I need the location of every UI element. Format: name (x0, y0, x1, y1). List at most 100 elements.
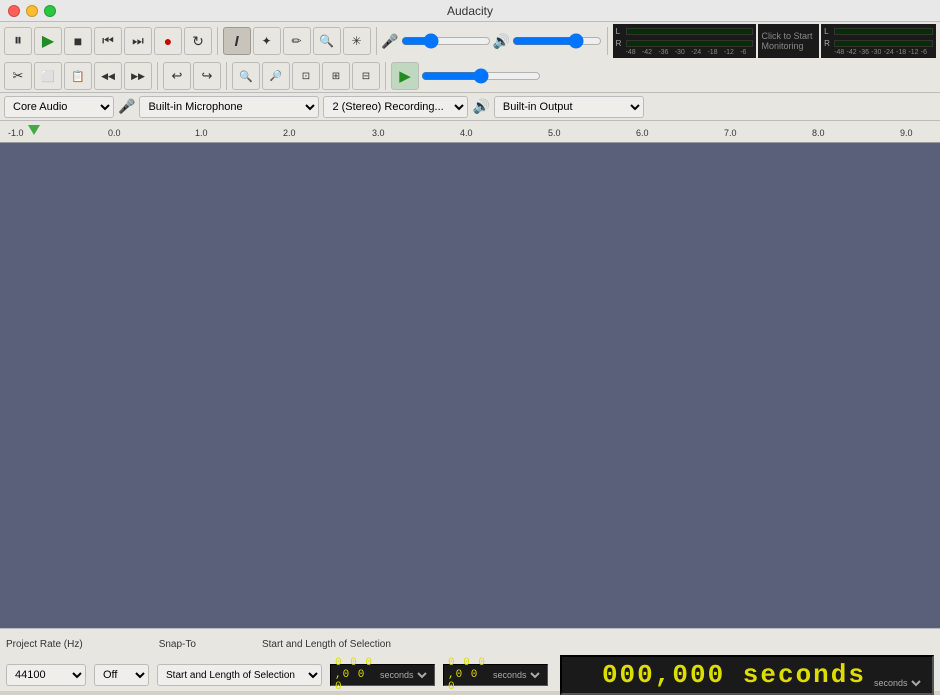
input-L-bar (626, 28, 753, 35)
input-R-label: R (616, 39, 624, 48)
selection-label: Start and Length of Selection (262, 639, 391, 650)
multi-tool-button[interactable]: ✦ (253, 27, 281, 55)
zoom-extra-button[interactable]: ⊟ (352, 62, 380, 90)
time-unit-select-1[interactable]: seconds (376, 669, 430, 681)
time-unit-select-2[interactable]: seconds (489, 669, 543, 681)
divider-edit-3 (385, 62, 386, 90)
output-meter[interactable]: L R -48 -42 -36 -30 -24 -18 -12 -6 (821, 24, 936, 58)
window-controls[interactable] (8, 5, 56, 17)
divider-1 (217, 27, 218, 55)
divider-2 (376, 27, 377, 55)
input-meter[interactable]: L R -48 -42 -36 -30 -24 -18 -12 -6 (613, 24, 756, 58)
bottom-section: Project Rate (Hz) Snap-To Start and Leng… (0, 628, 940, 691)
ruler-mark-1: 1.0 (195, 128, 208, 138)
ruler-mark-4: 4.0 (460, 128, 473, 138)
stop-button[interactable]: ■ (64, 27, 92, 55)
input-R-bar (626, 40, 753, 47)
redo-button[interactable]: ↪ (193, 62, 221, 90)
large-time-value: 000,000 seconds (602, 660, 866, 690)
title-bar: Audacity (0, 0, 940, 22)
mic-icon-device: 🎤 (118, 98, 135, 115)
minimize-button[interactable] (26, 5, 38, 17)
large-time-unit-select[interactable]: seconds (870, 677, 924, 689)
draw-tool-button[interactable]: ✏ (283, 27, 311, 55)
output-R-bar (834, 40, 933, 47)
playback-play-button[interactable]: ▶ (391, 62, 419, 90)
toolbar-row-2: ✂ ⬜ 📋 ◀◀ ▶▶ ↩ ↪ 🔍 🔎 ⊡ ⊞ ⊟ ▶ (0, 60, 940, 92)
play-button[interactable]: ▶ (34, 27, 62, 55)
select-tool-button[interactable]: I (223, 27, 251, 55)
toolbar-area: ⏸ ▶ ■ ⏮ ⏭ ● ↻ I ✦ ✏ 🔍 ✳ 🎤 🔊 L (0, 22, 940, 93)
multi2-tool-button[interactable]: ✳ (343, 27, 371, 55)
input-L-label: L (616, 27, 624, 36)
channels-select[interactable]: 2 (Stereo) Recording... (323, 96, 468, 118)
output-select[interactable]: Built-in Output (494, 96, 644, 118)
zoom-in-button[interactable]: 🔍 (232, 62, 260, 90)
snap-to-select[interactable]: Off (94, 664, 149, 686)
click-to-start-label[interactable]: Click to Start Monitoring (758, 24, 820, 58)
time-field-2[interactable]: 0 0 0 ,0 0 0 seconds (443, 664, 548, 686)
pause-button[interactable]: ⏸ (4, 27, 32, 55)
zoom-out-button[interactable]: 🔎 (262, 62, 290, 90)
trim-L-button[interactable]: ◀◀ (94, 62, 122, 90)
record-button[interactable]: ● (154, 27, 182, 55)
maximize-button[interactable] (44, 5, 56, 17)
input-meter-scale: -48 -42 -36 -30 -24 -18 -12 -6 (616, 49, 753, 56)
timeline-ruler: -1.0 0.0 1.0 2.0 3.0 4.0 5.0 6.0 7.0 8.0… (0, 121, 940, 143)
output-meter-row-L: L (824, 26, 933, 38)
skip-back-button[interactable]: ⏮ (94, 27, 122, 55)
device-row: Core Audio 🎤 Built-in Microphone 2 (Ster… (0, 93, 940, 121)
time-value-2: 0 0 0 ,0 0 0 (448, 657, 487, 693)
loop-button[interactable]: ↻ (184, 27, 212, 55)
divider-edit-1 (157, 62, 158, 90)
app-title: Audacity (447, 4, 493, 18)
toolbar-row-1: ⏸ ▶ ■ ⏮ ⏭ ● ↻ I ✦ ✏ 🔍 ✳ 🎤 🔊 L (0, 22, 940, 60)
mic-volume-slider[interactable] (401, 33, 491, 49)
paste-button[interactable]: 📋 (64, 62, 92, 90)
snap-to-label: Snap-To (159, 639, 196, 650)
ruler-mark-7: 7.0 (724, 128, 737, 138)
input-meter-row-L: L (616, 26, 753, 38)
zoom-tool-button[interactable]: 🔍 (313, 27, 341, 55)
divider-edit-2 (226, 62, 227, 90)
time-value-1: 0 0 0 ,0 0 0 (335, 657, 374, 693)
output-meter-row-R: R (824, 38, 933, 50)
time-field-1[interactable]: 0 0 0 ,0 0 0 seconds (330, 664, 435, 686)
close-button[interactable] (8, 5, 20, 17)
microphone-select[interactable]: Built-in Microphone (139, 96, 319, 118)
speaker-icon: 🔊 (493, 33, 510, 50)
ruler-mark--1: -1.0 (8, 128, 24, 138)
project-rate-select[interactable]: 44100 (6, 664, 86, 686)
undo-button[interactable]: ↩ (163, 62, 191, 90)
project-rate-label: Project Rate (Hz) (6, 639, 83, 650)
ruler-mark-6: 6.0 (636, 128, 649, 138)
input-meter-row-R: R (616, 38, 753, 50)
zoom-fit-button[interactable]: ⊞ (322, 62, 350, 90)
selection-type-select[interactable]: Start and Length of Selection (157, 664, 322, 686)
ruler-mark-2: 2.0 (283, 128, 296, 138)
skip-fwd-button[interactable]: ⏭ (124, 27, 152, 55)
output-volume-slider[interactable] (512, 33, 602, 49)
copy-button[interactable]: ⬜ (34, 62, 62, 90)
ruler-mark-0: 0.0 (108, 128, 121, 138)
output-L-bar (834, 28, 933, 35)
cut-button[interactable]: ✂ (4, 62, 32, 90)
ruler-mark-3: 3.0 (372, 128, 385, 138)
ruler-mark-8: 8.0 (812, 128, 825, 138)
output-R-label: R (824, 39, 832, 48)
large-time-display[interactable]: 000,000 seconds seconds (560, 655, 934, 695)
host-select[interactable]: Core Audio (4, 96, 114, 118)
zoom-sel-button[interactable]: ⊡ (292, 62, 320, 90)
mic-icon: 🎤 (381, 33, 398, 50)
ruler-mark-5: 5.0 (548, 128, 561, 138)
trim-R-button[interactable]: ▶▶ (124, 62, 152, 90)
output-L-label: L (824, 27, 832, 36)
bottom-row-controls: 44100 Off Start and Length of Selection … (0, 659, 940, 691)
output-meter-scale: -48 -42 -36 -30 -24 -18 -12 -6 (824, 49, 933, 56)
track-area[interactable] (0, 143, 940, 628)
ruler-marks: -1.0 0.0 1.0 2.0 3.0 4.0 5.0 6.0 7.0 8.0… (0, 121, 940, 140)
playback-speed-slider[interactable] (421, 68, 541, 84)
ruler-mark-9: 9.0 (900, 128, 913, 138)
speaker-icon-device: 🔊 (472, 98, 489, 115)
divider-3 (607, 27, 608, 55)
